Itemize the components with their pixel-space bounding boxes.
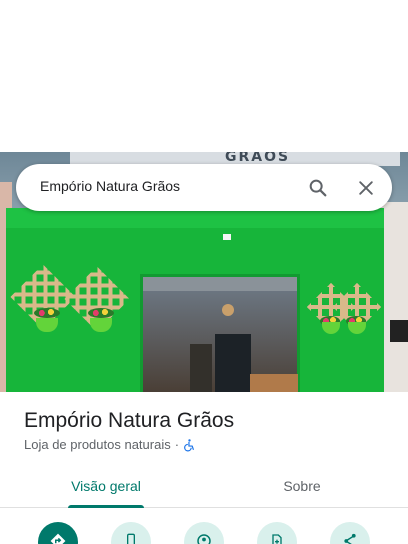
tab-about[interactable]: Sobre (196, 464, 408, 508)
photo-flowers (34, 308, 60, 318)
photo-light-fixture (223, 234, 231, 240)
directions-button[interactable] (38, 522, 78, 544)
action-buttons (0, 522, 408, 544)
search-button[interactable] (304, 174, 332, 202)
share-button[interactable] (330, 522, 370, 544)
photo-facade-top (6, 208, 384, 228)
photo-flowers (88, 308, 114, 318)
place-title: Empório Natura Grãos (24, 409, 235, 432)
phone-icon (127, 533, 135, 544)
share-icon (344, 533, 356, 544)
nearby-button[interactable] (184, 522, 224, 544)
search-icon (309, 179, 327, 197)
tab-selected-indicator (68, 505, 144, 508)
photo-door-shutter (143, 277, 297, 291)
location-icon (197, 534, 211, 544)
search-input[interactable]: Empório Natura Grãos (40, 178, 180, 194)
photo-fridge (215, 334, 251, 392)
photo-wall-sign (390, 320, 408, 342)
call-button[interactable] (111, 522, 151, 544)
place-category[interactable]: Loja de produtos naturais (24, 437, 171, 452)
close-button[interactable] (352, 174, 380, 202)
separator-dot: · (174, 437, 180, 452)
tab-overview[interactable]: Visão geral (0, 464, 212, 508)
wheelchair-icon (184, 438, 194, 451)
photo-counter (250, 374, 298, 392)
search-bar[interactable]: Empório Natura Grãos (16, 164, 392, 211)
photo-shelf (190, 344, 212, 392)
place-subtitle: Loja de produtos naturais · (24, 437, 196, 452)
save-icon (272, 534, 282, 544)
tab-bar: Visão geral Sobre (0, 464, 408, 508)
photo-lamp (222, 304, 234, 316)
close-icon (359, 181, 373, 195)
directions-icon (50, 533, 66, 544)
save-button[interactable] (257, 522, 297, 544)
